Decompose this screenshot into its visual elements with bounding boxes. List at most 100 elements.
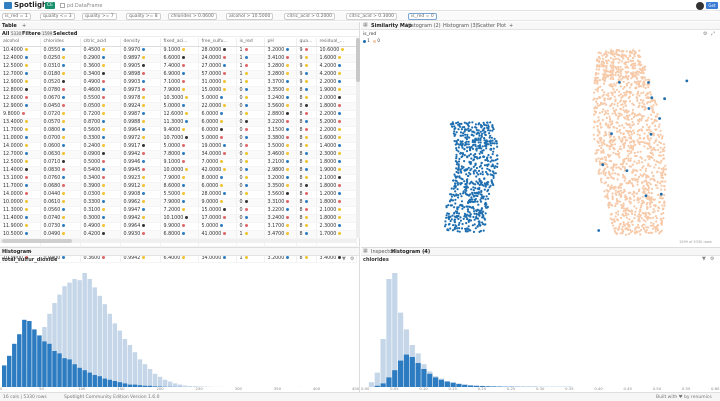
table-row[interactable]: 12.9000 0.0450 0.0500 0.9924 5.0000 22.0000 0 3… <box>0 102 357 111</box>
column-header[interactable]: chlorides <box>40 38 81 47</box>
value-dot <box>304 95 308 99</box>
histogram-right-chart[interactable] <box>363 265 718 387</box>
add-tab-icon[interactable]: + <box>28 249 32 255</box>
filter-chip-active[interactable]: is_red = 0 <box>408 13 437 20</box>
map-point <box>654 115 657 118</box>
settings-icon[interactable]: ⚙ <box>350 257 355 262</box>
map-point <box>620 113 623 116</box>
map-point <box>646 119 649 122</box>
table-row[interactable]: 12.7000 0.0180 0.3400 0.9898 6.9000 57.0000 1 3… <box>0 70 357 79</box>
table-cell: 3.4600 <box>264 150 297 159</box>
tab-all[interactable]: All <box>2 31 9 37</box>
grid-icon[interactable]: ▦ <box>363 249 368 254</box>
scroll-thumb[interactable] <box>2 239 72 243</box>
filter-chip[interactable]: quality <= 3 <box>40 13 75 20</box>
scroll-thumb[interactable] <box>356 38 360 82</box>
table-row[interactable]: 11.9000 0.0730 0.4900 0.9964 9.9000 5.0000 0 3.… <box>0 222 357 231</box>
table-row[interactable]: 10.4000 0.0550 0.4500 0.9970 9.1000 28.0000 1 3… <box>0 46 357 55</box>
column-header[interactable]: qua... <box>296 38 317 47</box>
table-row[interactable]: 12.6000 0.0670 0.5500 0.9978 10.3000 5.0000 0 3… <box>0 94 357 103</box>
map-point <box>606 125 609 128</box>
table-row[interactable]: 10.5000 0.0490 0.4200 0.9930 6.8000 41.0000 1 3… <box>0 230 357 239</box>
histogram-bar <box>122 339 128 387</box>
settings-icon[interactable]: ⚙ <box>710 257 715 262</box>
filter-chip[interactable]: alcohol > 10.5000 <box>226 13 274 20</box>
table-row[interactable]: 12.8000 0.0780 0.4600 0.9973 7.9000 15.0000 0 3… <box>0 86 357 95</box>
map-point <box>618 124 621 127</box>
similarity-map-plot[interactable] <box>361 42 720 242</box>
table-row[interactable]: 12.9000 0.0520 0.4900 0.9903 7.1000 31.0000 1 3… <box>0 78 357 87</box>
map-point <box>491 183 495 186</box>
table-row[interactable]: 11.7000 0.0800 0.5600 0.9964 9.4000 6.0000 0 3.… <box>0 126 357 135</box>
github-icon[interactable] <box>696 1 704 10</box>
map-point <box>481 173 484 176</box>
reset-icon[interactable]: ⤢ <box>711 32 716 37</box>
map-point <box>614 65 617 69</box>
table-row[interactable]: 14.0000 0.0440 0.0300 0.9908 5.5000 28.0000 0 3… <box>0 190 357 199</box>
column-header[interactable]: citric_acid <box>80 38 121 47</box>
map-point <box>627 159 630 162</box>
filter-icon[interactable]: ▼ <box>342 257 347 262</box>
filter-chip[interactable]: is_red = 1 <box>2 13 31 20</box>
table-row[interactable]: 10.0000 0.0610 0.3300 0.9962 7.9000 9.0000 0 3.… <box>0 198 357 207</box>
table-row[interactable]: 13.4000 0.0570 0.8700 0.9988 11.3000 6.0000 0 3… <box>0 118 357 127</box>
map-point <box>459 216 462 219</box>
value-dot <box>182 127 186 131</box>
table-cell: 13.4000 <box>0 118 41 127</box>
map-point <box>661 150 664 153</box>
get-pro-button[interactable]: Get PRO <box>706 2 718 15</box>
map-point <box>483 177 486 180</box>
add-tab-icon[interactable]: + <box>509 23 513 29</box>
table-row[interactable]: 11.0000 0.0700 0.3300 0.9972 10.7000 5.0000 0 3… <box>0 134 357 143</box>
add-tab-icon[interactable]: + <box>22 23 26 29</box>
filter-chip[interactable]: quality >= 7 <box>82 13 117 20</box>
table-row[interactable]: 11.4000 0.0740 0.3000 0.9942 10.1000 17.0000 0… <box>0 214 357 223</box>
map-point <box>636 215 639 218</box>
table-row[interactable]: 11.7000 0.0680 0.3900 0.9912 8.6000 6.0000 0 3.… <box>0 182 357 191</box>
map-point <box>466 133 469 136</box>
map-point <box>652 121 655 124</box>
filter-chip[interactable]: chlorides > 0.0600 <box>168 13 217 20</box>
table-cell: 0.0830 <box>40 166 81 175</box>
tab-histogram-3[interactable]: Histogram (3) <box>443 23 478 29</box>
vertical-scrollbar[interactable] <box>356 38 360 238</box>
table-row[interactable]: 12.5000 0.0310 0.3600 0.9905 7.4000 27.0000 1 3… <box>0 62 357 71</box>
map-point <box>633 205 636 208</box>
add-tab-icon[interactable]: + <box>423 249 427 255</box>
table-row[interactable]: 12.5000 0.0710 0.5000 0.9946 9.1000 7.0000 0 3.… <box>0 158 357 167</box>
table-row[interactable]: 11.4000 0.0830 0.5400 0.9945 10.0000 42.0000 0… <box>0 166 357 175</box>
table-row[interactable]: 12.7000 0.0630 0.0900 0.9942 7.8000 34.0000 0 3… <box>0 150 357 159</box>
map-point <box>648 142 651 145</box>
settings-icon[interactable]: ⚙ <box>703 32 708 37</box>
column-header[interactable]: alcohol <box>0 38 41 47</box>
column-header[interactable]: fixed_aci... <box>160 38 199 47</box>
column-header[interactable]: free_sulfu... <box>198 38 237 47</box>
map-point <box>642 66 645 69</box>
filter-icon[interactable]: ▼ <box>702 257 707 262</box>
column-header[interactable]: is_red <box>236 38 265 47</box>
map-point <box>662 207 665 210</box>
table-row[interactable]: 9.8000 0.0720 0.7200 0.9987 12.6000 6.0000 0 2.… <box>0 110 357 119</box>
histogram-left-chart[interactable] <box>2 265 358 387</box>
table-row[interactable]: 12.4000 0.0250 0.2900 0.9897 6.6000 24.0000 1 3… <box>0 54 357 63</box>
tab-scatter-plot[interactable]: Scatter Plot <box>477 23 506 29</box>
table-row[interactable]: 11.3000 0.0560 0.3100 0.9947 7.2000 15.0000 0 3… <box>0 206 357 215</box>
column-header[interactable]: pH <box>264 38 297 47</box>
filter-chip[interactable]: quality >= 8 <box>126 13 161 20</box>
column-header[interactable]: density <box>120 38 161 47</box>
grid-icon[interactable]: ▦ <box>363 23 368 28</box>
column-header[interactable]: residual_... <box>316 38 357 47</box>
tab-table[interactable]: Table <box>2 23 17 29</box>
horizontal-scrollbar[interactable] <box>0 239 356 243</box>
map-point <box>648 128 651 131</box>
tab-histogram-2[interactable]: Histogram (2) <box>406 23 441 29</box>
map-point <box>481 183 484 186</box>
histogram-bar <box>409 357 415 387</box>
filter-chip[interactable]: citric_acid > 0.3000 <box>346 13 398 20</box>
table-row[interactable]: 13.1000 0.0760 0.3400 0.9923 7.9000 8.0000 0 3.… <box>0 174 357 183</box>
axis-tick-label: 0.55 <box>681 386 691 391</box>
histogram-bar <box>112 323 118 387</box>
filter-chip[interactable]: citric_acid > 0.2000 <box>284 13 336 20</box>
tab-histogram[interactable]: Histogram <box>2 249 31 255</box>
table-row[interactable]: 14.0000 0.0600 0.2400 0.9917 5.0000 19.0000 0 3… <box>0 142 357 151</box>
